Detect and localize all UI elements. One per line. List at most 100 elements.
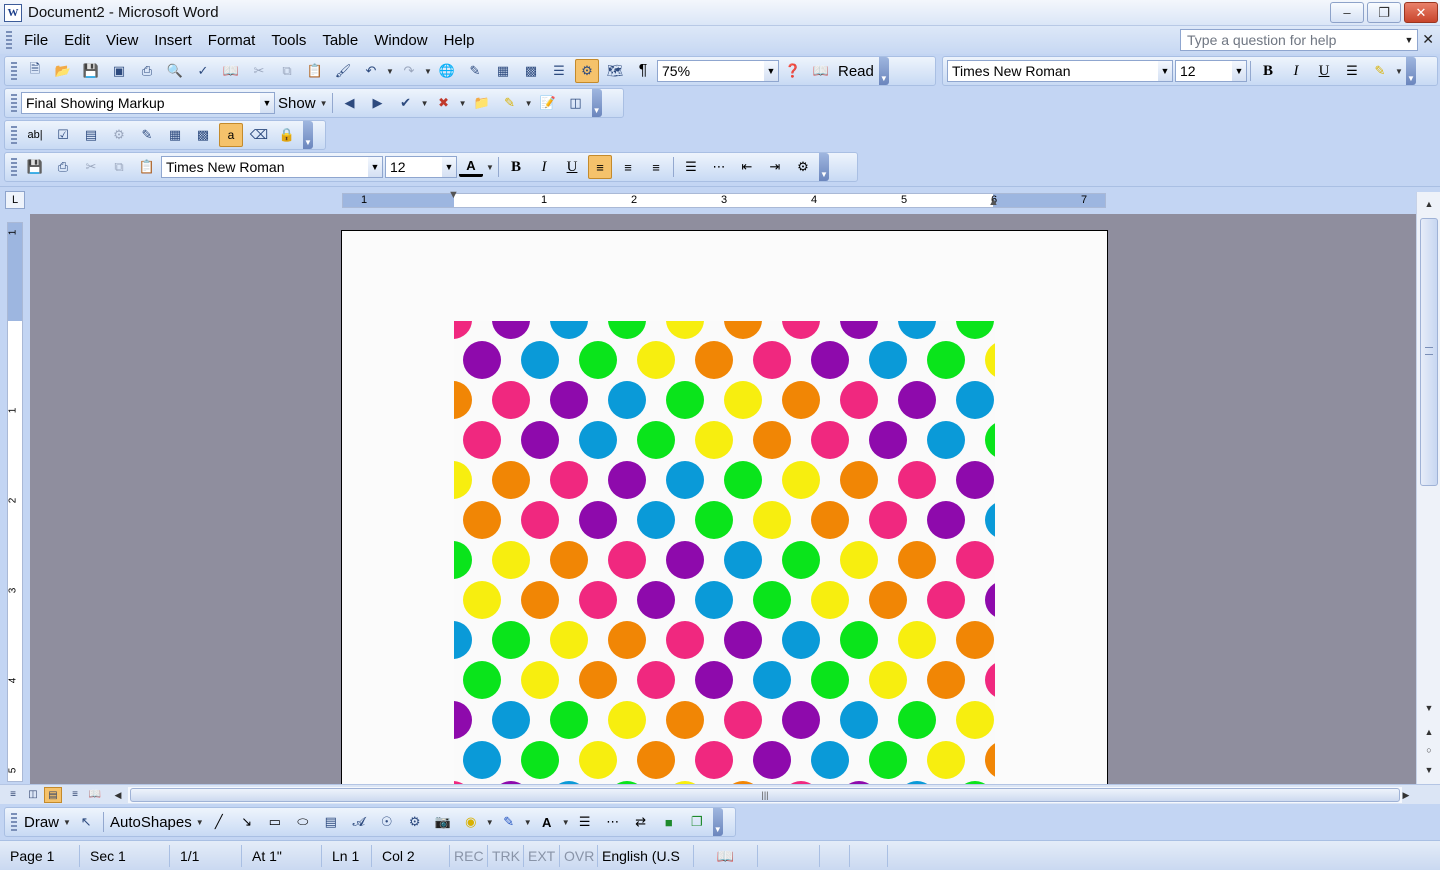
status-extend-selection[interactable]: EXT — [524, 844, 560, 867]
font-size-select[interactable]: 12 ▼ — [385, 156, 457, 178]
insert-table-icon[interactable]: ▦ — [163, 123, 187, 147]
paste-icon[interactable]: 📋 — [303, 59, 327, 83]
previous-change-icon[interactable]: ◀ — [338, 91, 362, 115]
toolbar-grip-handle[interactable] — [11, 813, 17, 831]
web-layout-view-icon[interactable]: ◫ — [24, 787, 42, 803]
next-change-icon[interactable]: ▶ — [366, 91, 390, 115]
toolbar-grip-handle[interactable] — [11, 126, 17, 144]
status-language[interactable]: English (U.S — [598, 844, 694, 867]
zoom-select[interactable]: 75% ▼ — [657, 60, 779, 82]
scroll-up-icon[interactable]: ▲ — [1420, 196, 1438, 212]
highlight-dropdown-icon[interactable]: ▼ — [524, 99, 534, 108]
scroll-left-icon[interactable]: ◀ — [112, 787, 124, 803]
align-right-icon[interactable]: ≡ — [644, 155, 668, 179]
font-name-select[interactable]: Times New Roman ▼ — [947, 60, 1173, 82]
fill-color-dropdown-icon[interactable]: ▼ — [485, 818, 495, 827]
document-workspace[interactable] — [30, 214, 1416, 784]
document-page[interactable] — [341, 230, 1108, 784]
toolbar-options-icon[interactable]: ▼ — [1406, 57, 1416, 85]
font-name-select[interactable]: Times New Roman ▼ — [161, 156, 383, 178]
show-menu-button[interactable]: Show — [275, 95, 319, 112]
menu-edit[interactable]: Edit — [56, 30, 98, 51]
highlight-dropdown-icon[interactable]: ▼ — [1394, 67, 1404, 76]
checkbox-form-field-icon[interactable]: ☑ — [51, 123, 75, 147]
vertical-scroll-thumb[interactable] — [1420, 218, 1438, 486]
toolbar-grip-handle[interactable] — [11, 158, 17, 176]
text-form-field-icon[interactable]: ab| — [23, 123, 47, 147]
first-line-indent-marker[interactable]: ▼ — [448, 189, 459, 201]
draw-table-icon[interactable]: ✎ — [135, 123, 159, 147]
document-map-icon[interactable]: 🗺 — [603, 59, 627, 83]
clip-art-icon[interactable]: ⚙ — [403, 810, 427, 834]
font-dropdown-arrow[interactable]: ▼ — [1158, 61, 1172, 81]
word-app-icon[interactable]: W — [4, 3, 22, 22]
reviewing-pane-icon[interactable]: ◫ — [564, 91, 588, 115]
print-preview-icon[interactable]: 🔍 — [163, 59, 187, 83]
reject-change-icon[interactable]: ✖ — [432, 91, 456, 115]
toolbar-options-icon[interactable]: ▼ — [878, 57, 889, 85]
tab-selector[interactable]: L — [5, 191, 25, 209]
polka-dot-picture[interactable] — [454, 321, 995, 784]
font-size-dropdown-arrow[interactable]: ▼ — [1232, 61, 1246, 81]
redo-dropdown-icon[interactable]: ▼ — [423, 67, 433, 76]
toolbar-options-icon[interactable]: ▼ — [303, 121, 313, 149]
cut-icon[interactable]: ✂ — [79, 155, 103, 179]
paste-icon[interactable]: 📋 — [135, 155, 159, 179]
menu-help[interactable]: Help — [436, 30, 483, 51]
line-icon[interactable]: ╱ — [207, 810, 231, 834]
menu-table[interactable]: Table — [314, 30, 366, 51]
help-search-input[interactable]: Type a question for help ▼ — [1180, 29, 1418, 51]
print-layout-view-icon[interactable]: ▤ — [44, 787, 62, 803]
font-size-select[interactable]: 12 ▼ — [1175, 60, 1247, 82]
right-indent-marker[interactable]: ▲ — [988, 196, 999, 208]
text-box-icon[interactable]: ▤ — [319, 810, 343, 834]
restore-button[interactable]: ❐ — [1367, 2, 1401, 23]
italic-button[interactable]: I — [532, 155, 556, 179]
drawing-icon[interactable]: ⚙ — [575, 59, 599, 83]
status-record-macro[interactable]: REC — [450, 844, 488, 867]
draw-menu-button[interactable]: Draw — [21, 814, 62, 831]
dash-style-icon[interactable]: ⋯ — [601, 810, 625, 834]
columns-icon[interactable]: ☰ — [547, 59, 571, 83]
copy-icon[interactable]: ⧉ — [275, 59, 299, 83]
spelling-status-icon[interactable]: 📖 — [694, 844, 758, 867]
font-color-dropdown-icon[interactable]: ▼ — [561, 818, 571, 827]
reading-layout-view-icon[interactable]: 📖 — [86, 787, 104, 803]
vertical-ruler[interactable]: 1 1 2 3 4 5 — [7, 222, 23, 782]
shadow-style-icon[interactable]: ■ — [657, 810, 681, 834]
autoshapes-dropdown-icon[interactable]: ▼ — [195, 818, 205, 827]
draw-dropdown-icon[interactable]: ▼ — [62, 818, 72, 827]
copy-icon[interactable]: ⧉ — [107, 155, 131, 179]
menu-tools[interactable]: Tools — [263, 30, 314, 51]
align-left-icon[interactable]: ≡ — [588, 155, 612, 179]
close-button[interactable]: ✕ — [1404, 2, 1438, 23]
spelling-icon[interactable]: ✓ — [191, 59, 215, 83]
menu-grip-handle[interactable] — [6, 31, 12, 49]
arrow-icon[interactable]: ↘ — [235, 810, 259, 834]
toolbar-options-icon[interactable]: ▼ — [712, 808, 723, 836]
read-button[interactable]: Read — [835, 63, 877, 80]
highlight-icon[interactable]: ✎ — [1368, 59, 1392, 83]
horizontal-scroll-thumb[interactable]: ||| — [130, 788, 1400, 802]
cut-icon[interactable]: ✂ — [247, 59, 271, 83]
hyperlink-icon[interactable]: 🌐 — [435, 59, 459, 83]
open-folder-icon[interactable]: 📂 — [51, 59, 75, 83]
horizontal-ruler[interactable]: 1 1 2 3 4 5 6 7 ▼ ▲ — [342, 189, 1106, 208]
wordart-icon[interactable]: 𝓐 — [347, 810, 371, 834]
align-center-icon[interactable]: ☰ — [1340, 59, 1364, 83]
vertical-scrollbar[interactable]: ▲ ▼ ▲ ○ ▼ — [1416, 192, 1440, 784]
accept-change-icon[interactable]: ✔ — [394, 91, 418, 115]
bullets-icon[interactable]: ⋯ — [707, 155, 731, 179]
insert-comment-icon[interactable]: 📁 — [470, 91, 494, 115]
line-style-icon[interactable]: ☰ — [573, 810, 597, 834]
toolbar-options-icon[interactable]: ▼ — [819, 153, 829, 181]
diagram-icon[interactable]: ☉ — [375, 810, 399, 834]
underline-button[interactable]: U — [1312, 59, 1336, 83]
form-field-shading-icon[interactable]: a — [219, 123, 243, 147]
format-painter-icon[interactable]: 🖌 — [331, 59, 355, 83]
scroll-down-icon[interactable]: ▼ — [1420, 700, 1438, 716]
permission-icon[interactable]: ▣ — [107, 59, 131, 83]
select-browse-object-icon[interactable]: ○ — [1420, 742, 1438, 758]
align-center-icon[interactable]: ≡ — [616, 155, 640, 179]
undo-dropdown-icon[interactable]: ▼ — [385, 67, 395, 76]
